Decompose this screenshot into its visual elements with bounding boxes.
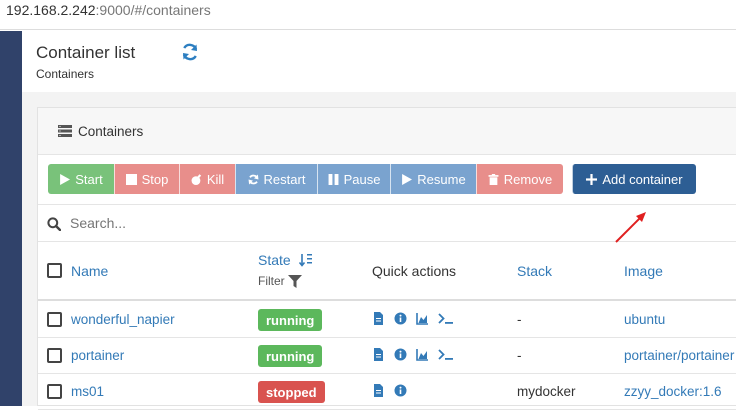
add-container-button[interactable]: Add container (572, 164, 696, 194)
pause-button[interactable]: Pause (317, 164, 390, 194)
search-input[interactable] (70, 215, 470, 231)
state-filter[interactable]: Filter (258, 274, 302, 288)
image-link[interactable]: zzyy_docker:1.6 (624, 384, 722, 399)
annotation-arrow-icon (615, 212, 646, 243)
filter-icon (287, 274, 302, 288)
page-subtitle: Containers (36, 67, 95, 81)
start-button[interactable]: Start (48, 164, 114, 194)
stack-value: mydocker (517, 384, 576, 399)
pause-icon (328, 173, 339, 185)
trash-icon (488, 173, 499, 185)
image-link[interactable]: portainer/portainer (624, 348, 734, 363)
url-text[interactable]: 192.168.2.242:9000/#/containers (6, 2, 211, 18)
stop-icon (125, 173, 137, 185)
quick-actions (372, 384, 407, 397)
server-icon (58, 125, 72, 137)
containers-widget: Containers Start Stop Kill Restart Pause… (37, 107, 736, 410)
logs-icon[interactable] (372, 384, 385, 397)
restart-button[interactable]: Restart (235, 164, 317, 194)
stack-value: - (517, 312, 522, 327)
status-badge: running (258, 345, 323, 367)
select-all-checkbox[interactable] (47, 263, 62, 278)
column-name[interactable]: Name (71, 263, 108, 279)
row-checkbox[interactable] (47, 384, 62, 399)
stop-button[interactable]: Stop (114, 164, 179, 194)
column-stack[interactable]: Stack (517, 263, 552, 279)
stack-value: - (517, 348, 522, 363)
logs-icon[interactable] (372, 312, 385, 325)
image-link[interactable]: ubuntu (624, 312, 665, 327)
sort-icon[interactable] (299, 253, 313, 267)
play-icon (402, 173, 413, 185)
sidebar (0, 31, 22, 406)
column-image[interactable]: Image (624, 263, 663, 279)
container-name[interactable]: wonderful_napier (71, 312, 175, 327)
search-icon (47, 217, 61, 231)
widget-title: Containers (78, 124, 144, 139)
column-quick-actions: Quick actions (372, 263, 457, 279)
stats-icon[interactable] (416, 348, 429, 361)
container-name[interactable]: ms01 (71, 384, 104, 399)
quick-actions (372, 312, 454, 325)
kill-button[interactable]: Kill (179, 164, 235, 194)
play-icon (60, 173, 71, 185)
info-icon[interactable] (394, 348, 407, 361)
table-row: wonderful_napier running - ubuntu (38, 302, 736, 338)
bomb-icon (191, 173, 201, 185)
stats-icon[interactable] (416, 312, 429, 325)
page-header: Container list Containers (22, 31, 736, 92)
quick-actions (372, 348, 454, 361)
info-icon[interactable] (394, 384, 407, 397)
page-title: Container list (36, 43, 136, 62)
table-row: ms01 stopped mydocker zzyy_docker:1.6 (38, 374, 736, 410)
row-checkbox[interactable] (47, 312, 62, 327)
logs-icon[interactable] (372, 348, 385, 361)
container-name[interactable]: portainer (71, 348, 124, 363)
info-icon[interactable] (394, 312, 407, 325)
browser-url-bar[interactable]: 192.168.2.242:9000/#/containers (0, 0, 736, 30)
table-row: portainer running - portainer/portainer (38, 338, 736, 374)
console-icon[interactable] (438, 312, 454, 325)
console-icon[interactable] (438, 348, 454, 361)
status-badge: running (258, 309, 323, 331)
plus-icon (586, 173, 598, 185)
table-header: Name State Filter Quick actions Stack Im… (38, 243, 736, 301)
refresh-icon (248, 174, 258, 184)
widget-header: Containers (38, 108, 736, 155)
refresh-icon[interactable] (180, 42, 200, 62)
column-state[interactable]: State (258, 252, 291, 268)
remove-button[interactable]: Remove (476, 164, 563, 194)
resume-button[interactable]: Resume (390, 164, 476, 194)
status-badge: stopped (258, 381, 325, 403)
row-checkbox[interactable] (47, 348, 62, 363)
